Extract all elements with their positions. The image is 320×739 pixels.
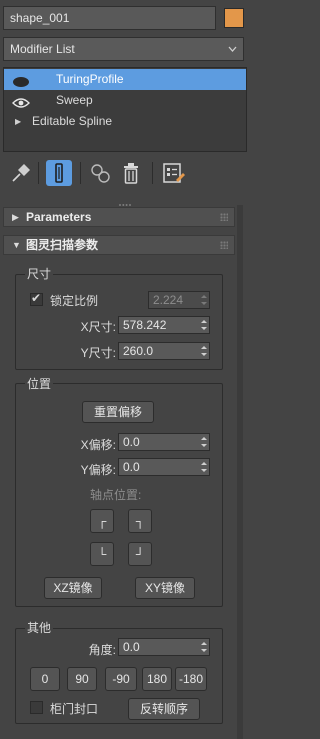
stack-item-turingprofile[interactable]: TuringProfile: [4, 69, 246, 90]
x-size-spinner[interactable]: 578.242: [118, 316, 210, 334]
stack-item-label: Sweep: [56, 93, 93, 107]
spinner-arrows-icon[interactable]: [201, 435, 207, 449]
lock-ratio-label: 锁定比例: [50, 294, 99, 308]
x-offset-value: 0.0: [123, 435, 140, 449]
collapsed-triangle-icon: ▶: [12, 212, 19, 222]
spinner-arrows-icon: [201, 293, 207, 307]
lock-ratio-checkbox[interactable]: [30, 291, 43, 306]
rollout-grip-icon: [220, 241, 228, 249]
pivot-bottom-left-button[interactable]: └: [90, 542, 114, 566]
x-offset-spinner[interactable]: 0.0: [118, 433, 210, 451]
angle-0-button[interactable]: 0: [30, 667, 60, 691]
group-size-title: 尺寸: [25, 265, 54, 282]
spinner-arrows-icon[interactable]: [201, 344, 207, 358]
stack-item-editable-spline[interactable]: ▶ Editable Spline: [4, 111, 246, 132]
pin-stack-icon[interactable]: [8, 160, 34, 186]
panel-scrollbar[interactable]: [237, 205, 243, 739]
ratio-value: 2.224: [153, 293, 184, 307]
y-size-spinner[interactable]: 260.0: [118, 342, 210, 360]
x-size-value: 578.242: [123, 318, 167, 332]
angle-90-button[interactable]: 90: [67, 667, 97, 691]
spinner-arrows-icon[interactable]: [201, 318, 207, 332]
angle-label: 角度:: [88, 643, 116, 657]
y-offset-spinner[interactable]: 0.0: [118, 458, 210, 476]
spinner-arrows-icon[interactable]: [201, 640, 207, 654]
y-size-value: 260.0: [123, 344, 154, 358]
pivot-top-left-button[interactable]: ┌: [90, 509, 114, 533]
pivot-top-right-button[interactable]: ┐: [128, 509, 152, 533]
xy-mirror-button[interactable]: XY镜像: [135, 577, 195, 599]
reset-offset-button[interactable]: 重置偏移: [82, 401, 154, 423]
stack-item-label: TuringProfile: [56, 72, 124, 86]
angle-spinner[interactable]: 0.0: [118, 638, 210, 656]
light-bulb-icon[interactable]: [12, 74, 29, 87]
stack-item-sweep[interactable]: Sweep: [4, 90, 246, 111]
remove-modifier-icon[interactable]: [118, 160, 144, 186]
modifier-list-label: Modifier List: [10, 42, 75, 56]
stack-item-label: Editable Spline: [32, 114, 113, 128]
expanded-triangle-icon: ▼: [12, 240, 21, 250]
chevron-down-icon: [228, 38, 237, 69]
modifier-stack: TuringProfile Sweep ▶ Editable Spline: [3, 67, 247, 152]
modifier-list-dropdown[interactable]: Modifier List: [3, 37, 244, 61]
pivot-bottom-right-button[interactable]: ┘: [128, 542, 152, 566]
x-offset-label: X偏移:: [80, 438, 116, 452]
eye-icon[interactable]: [12, 95, 30, 108]
xz-mirror-button[interactable]: XZ镜像: [44, 577, 102, 599]
rollout-turing[interactable]: ▼ 图灵扫描参数: [3, 235, 235, 255]
y-offset-label: Y偏移:: [80, 463, 116, 477]
rollout-parameters[interactable]: ▶ Parameters: [3, 207, 235, 227]
y-offset-value: 0.0: [123, 460, 140, 474]
angle-minus-180-button[interactable]: -180: [175, 667, 207, 691]
angle-value: 0.0: [123, 640, 140, 654]
pivot-position-label: 轴点位置:: [90, 488, 142, 502]
cap-door-label: 柜门封口: [50, 702, 99, 716]
configure-modifier-sets-icon[interactable]: [160, 160, 186, 186]
group-position-title: 位置: [25, 375, 54, 392]
angle-180-button[interactable]: 180: [142, 667, 172, 691]
object-name-field[interactable]: shape_001: [3, 6, 216, 30]
show-end-result-icon[interactable]: [46, 160, 72, 186]
group-other-title: 其他: [25, 619, 54, 636]
cap-door-checkbox[interactable]: [30, 701, 43, 714]
angle-minus-90-button[interactable]: -90: [105, 667, 137, 691]
expand-triangle-icon[interactable]: ▶: [15, 111, 21, 132]
spinner-arrows-icon[interactable]: [201, 460, 207, 474]
rollout-grip-icon: [220, 213, 228, 221]
x-size-label: X尺寸:: [80, 320, 116, 334]
panel-grip-icon[interactable]: [118, 196, 132, 206]
y-size-label: Y尺寸:: [80, 346, 116, 360]
rollout-title: Parameters: [26, 210, 92, 224]
rollout-title: 图灵扫描参数: [26, 238, 99, 252]
reverse-order-button[interactable]: 反转顺序: [128, 698, 200, 720]
object-color-swatch[interactable]: [224, 8, 244, 28]
ratio-spinner: 2.224: [148, 291, 210, 309]
make-unique-icon[interactable]: [88, 160, 114, 186]
